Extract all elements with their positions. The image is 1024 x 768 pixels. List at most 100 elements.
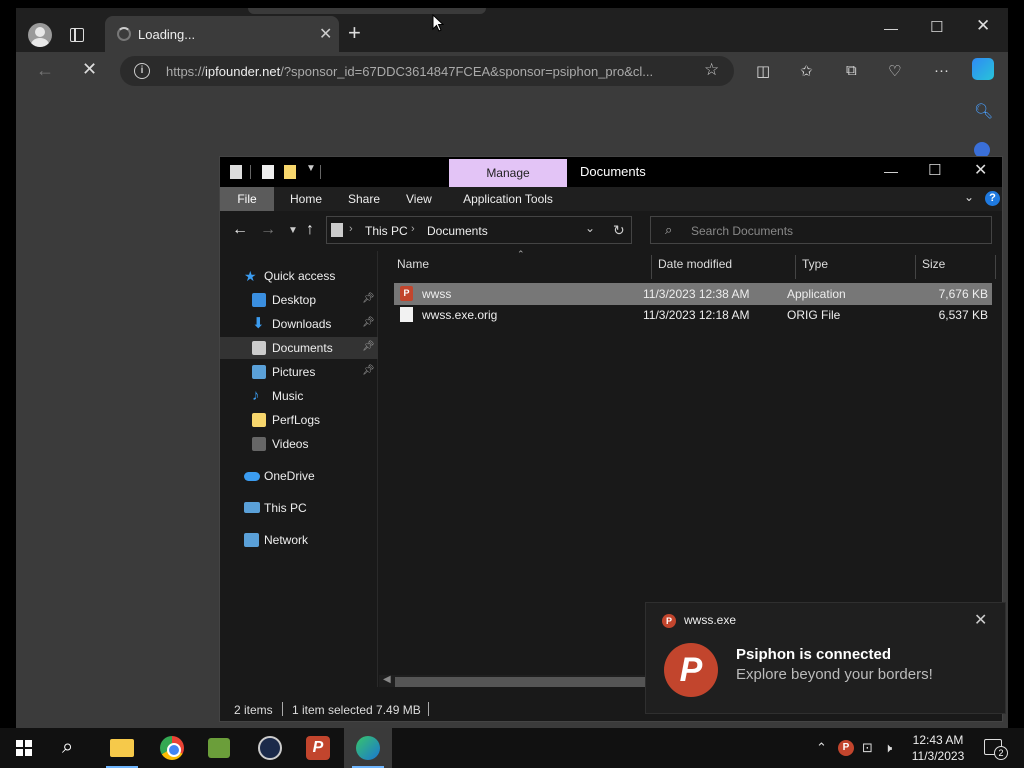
column-header-size[interactable]: Size: [922, 257, 945, 271]
column-header-date[interactable]: Date modified: [658, 257, 732, 271]
tab-title: Loading...: [138, 27, 196, 42]
address-dropdown-chevron-icon[interactable]: ⌄: [585, 221, 595, 235]
properties-icon[interactable]: [230, 165, 242, 179]
breadcrumb-chevron-icon[interactable]: ›: [411, 223, 415, 235]
nav-item-this-pc[interactable]: This PC: [220, 497, 378, 519]
minimize-button[interactable]: —: [884, 20, 898, 36]
customize-toolbar-chevron-icon[interactable]: ▼: [306, 163, 316, 174]
pin-icon[interactable]: 📌︎: [362, 317, 375, 328]
quick-access-check-icon[interactable]: [262, 165, 274, 179]
search-icon: ⌕: [62, 736, 74, 758]
show-hidden-icons-chevron-icon[interactable]: ⌃: [816, 740, 827, 756]
nav-item-network[interactable]: Network: [220, 529, 378, 551]
taskbar-file-explorer[interactable]: [98, 728, 146, 768]
manage-tab[interactable]: Manage: [449, 159, 567, 187]
scrollbar-thumb[interactable]: [395, 677, 645, 687]
toast-close-icon[interactable]: ✕: [974, 610, 987, 630]
taskbar-steam[interactable]: [246, 728, 294, 768]
browser-toolbar: ← ✕ i https://ipfounder.net/?sponsor_id=…: [16, 52, 1008, 90]
tab-file[interactable]: File: [220, 187, 274, 211]
copilot-icon[interactable]: [972, 58, 994, 80]
pin-icon[interactable]: 📌︎: [362, 365, 375, 376]
explorer-nav-row: ← → ▼ ↑ › This PC › Documents ⌄ ↻ ⌕ Sear…: [220, 211, 1002, 251]
stop-loading-button[interactable]: ✕: [82, 59, 97, 80]
nav-item-documents[interactable]: Documents 📌︎: [220, 337, 378, 359]
help-icon[interactable]: ?: [985, 191, 1000, 206]
explorer-address-bar[interactable]: › This PC › Documents ⌄ ↻: [326, 216, 632, 244]
taskbar-chrome[interactable]: [148, 728, 196, 768]
psiphon-small-icon: P: [662, 614, 676, 628]
close-button[interactable]: ✕: [976, 16, 990, 36]
nav-item-onedrive[interactable]: OneDrive: [220, 465, 378, 487]
browser-essentials-icon[interactable]: ♡: [888, 62, 901, 80]
taskbar-app[interactable]: [196, 728, 244, 768]
breadcrumb-documents[interactable]: Documents: [427, 224, 488, 238]
toast-title: Psiphon is connected: [736, 646, 892, 663]
pin-icon[interactable]: 📌︎: [362, 341, 375, 352]
explorer-title: Documents: [580, 164, 646, 179]
browser-tab[interactable]: Loading... ✕: [105, 16, 339, 52]
scroll-left-arrow-icon[interactable]: ◀: [383, 674, 391, 685]
tab-share[interactable]: Share: [348, 192, 380, 206]
taskbar-search-button[interactable]: ⌕: [48, 728, 96, 768]
tab-home[interactable]: Home: [290, 192, 322, 206]
new-folder-icon[interactable]: [284, 165, 296, 179]
explorer-maximize-button[interactable]: ☐: [928, 161, 941, 179]
tab-actions-icon[interactable]: [70, 28, 84, 42]
explorer-forward-button[interactable]: →: [260, 221, 276, 239]
explorer-back-button[interactable]: ←: [232, 221, 248, 239]
expand-ribbon-chevron-icon[interactable]: ⌄: [964, 190, 974, 204]
nav-item-pictures[interactable]: Pictures 📌︎: [220, 361, 378, 383]
collections-icon[interactable]: ⧉: [846, 62, 857, 79]
column-header-type[interactable]: Type: [802, 257, 828, 271]
folder-icon: [252, 413, 266, 427]
nav-item-music[interactable]: ♪ Music: [220, 385, 378, 407]
refresh-icon[interactable]: ↻: [613, 222, 625, 239]
pin-icon[interactable]: 📌︎: [362, 293, 375, 304]
breadcrumb-chevron-icon[interactable]: ›: [349, 223, 353, 235]
clock-time: 12:43 AM: [912, 733, 964, 747]
explorer-minimize-button[interactable]: —: [884, 163, 898, 179]
notification-toast[interactable]: P wwss.exe ✕ P Psiphon is connected Expl…: [645, 602, 1006, 714]
selection-info: 1 item selected 7.49 MB: [292, 703, 421, 717]
split-screen-icon[interactable]: ◫: [756, 62, 770, 80]
new-tab-button[interactable]: +: [348, 22, 361, 44]
network-tray-icon[interactable]: ⊡: [862, 740, 873, 756]
volume-muted-icon[interactable]: 🕨︎: [884, 740, 892, 756]
tab-close-icon[interactable]: ✕: [319, 24, 332, 44]
address-bar[interactable]: i https://ipfounder.net/?sponsor_id=67DD…: [120, 56, 734, 86]
maximize-button[interactable]: ☐: [930, 18, 943, 36]
nav-item-videos[interactable]: Videos: [220, 433, 378, 455]
toast-app-name: wwss.exe: [684, 613, 737, 627]
nav-item-perflogs[interactable]: PerfLogs: [220, 409, 378, 431]
desktop-icon: [252, 293, 266, 307]
psiphon-tray-icon[interactable]: P: [838, 740, 854, 756]
favorite-star-icon[interactable]: ☆: [704, 60, 719, 80]
taskbar-edge[interactable]: [344, 728, 392, 768]
profile-avatar-icon[interactable]: [28, 23, 52, 47]
settings-more-icon[interactable]: ···: [934, 62, 949, 79]
up-one-level-button[interactable]: ↑: [306, 221, 314, 239]
tab-application-tools[interactable]: Application Tools: [449, 187, 567, 211]
start-button[interactable]: [0, 728, 48, 768]
sidebar-search-icon[interactable]: 🔍︎: [974, 102, 993, 120]
table-row[interactable]: wwss.exe.orig 11/3/2023 12:18 AM ORIG Fi…: [394, 304, 992, 326]
taskbar-clock[interactable]: 12:43 AM 11/3/2023: [900, 732, 976, 764]
nav-item-quick-access[interactable]: ★ Quick access: [220, 265, 378, 287]
nav-item-desktop[interactable]: Desktop 📌︎: [220, 289, 378, 311]
tab-view[interactable]: View: [406, 192, 432, 206]
search-placeholder: Search Documents: [691, 224, 794, 238]
explorer-close-button[interactable]: ✕: [974, 160, 987, 180]
taskbar-psiphon[interactable]: P: [294, 728, 342, 768]
back-button[interactable]: ←: [36, 60, 54, 81]
favorites-icon[interactable]: ✩: [800, 62, 813, 80]
nav-item-downloads[interactable]: ⬇ Downloads 📌︎: [220, 313, 378, 335]
table-row[interactable]: P wwss 11/3/2023 12:38 AM Application 7,…: [394, 283, 992, 305]
download-icon: ⬇: [252, 315, 265, 332]
column-header-name[interactable]: Name: [397, 257, 429, 271]
breadcrumb-this-pc[interactable]: This PC: [365, 224, 408, 238]
site-info-icon[interactable]: i: [134, 63, 150, 79]
url-text[interactable]: https://ipfounder.net/?sponsor_id=67DDC3…: [166, 64, 696, 79]
search-documents-input[interactable]: ⌕ Search Documents: [650, 216, 992, 244]
recent-locations-chevron-icon[interactable]: ▼: [288, 225, 298, 236]
